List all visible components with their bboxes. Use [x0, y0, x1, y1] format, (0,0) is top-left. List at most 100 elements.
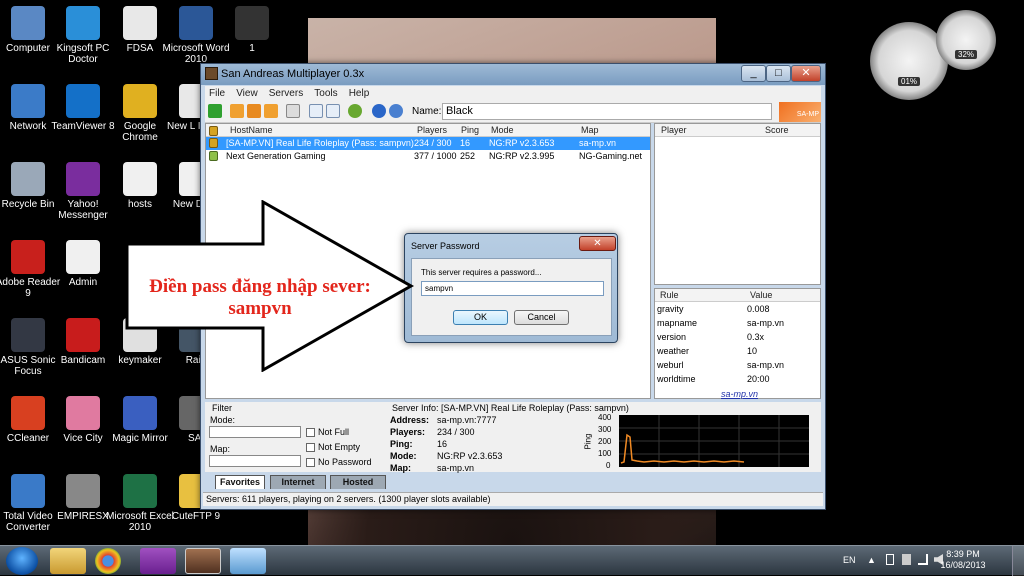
close-button[interactable]: ✕ — [791, 65, 821, 82]
show-desktop-button[interactable] — [1012, 546, 1024, 576]
properties-icon[interactable] — [286, 104, 300, 118]
ping-label: Ping: — [390, 439, 413, 449]
menu-servers[interactable]: Servers — [265, 86, 307, 99]
yahoo-icon — [66, 162, 100, 196]
rule-row: version 0.3x — [657, 332, 765, 342]
server-mode: NG:RP v2.3.995 — [489, 151, 555, 161]
graph-tick: 200 — [598, 437, 612, 446]
desktop-icon[interactable]: Admin — [48, 240, 118, 288]
usb-icon[interactable] — [902, 554, 911, 565]
mode-filter-input[interactable] — [209, 426, 301, 438]
annotation-line-2: sampvn — [228, 298, 292, 319]
lock-column-icon — [209, 126, 218, 136]
mode-label: Mode: — [390, 451, 417, 461]
rules-list: Rule Value gravity 0.008 mapname sa-mp.vn … — [654, 288, 821, 399]
desktop-icon[interactable]: 1 — [217, 6, 287, 54]
maximize-button[interactable]: □ — [766, 65, 791, 82]
server-info-panel: Server Info: [SA-MP.VN] Real Life Rolepl… — [387, 402, 821, 473]
lock-icon — [209, 138, 218, 148]
ping-graph — [619, 415, 809, 467]
rule-row: weather 10 — [657, 346, 758, 356]
add-favorite-icon[interactable] — [230, 104, 244, 118]
battery-icon[interactable] — [886, 554, 894, 565]
player-list-header: Player Score — [655, 124, 820, 137]
col-score[interactable]: Score — [765, 125, 789, 135]
title-bar[interactable]: San Andreas Multiplayer 0.3x _ □ ✕ — [201, 64, 825, 85]
col-hostname[interactable]: HostName — [230, 125, 273, 135]
language-indicator[interactable]: EN — [843, 555, 856, 565]
server-host: [SA-MP.VN] Real Life Roleplay (Pass: sam… — [226, 138, 414, 148]
not-full-label: Not Full — [318, 427, 350, 437]
no-password-label: No Password — [318, 457, 372, 467]
samp-taskbar-icon[interactable] — [185, 548, 221, 574]
col-map[interactable]: Map — [581, 125, 599, 135]
clock[interactable]: 8:39 PM 16/08/2013 — [938, 549, 988, 571]
menu-file[interactable]: File — [205, 86, 229, 99]
video-icon — [11, 474, 45, 508]
tray-arrow-icon[interactable]: ▲ — [867, 555, 876, 565]
mode-value: NG:RP v2.3.653 — [437, 451, 503, 461]
menu-tools[interactable]: Tools — [310, 86, 341, 99]
start-button[interactable] — [6, 547, 38, 575]
dialog-body: This server requires a password... sampv… — [411, 258, 612, 336]
col-players[interactable]: Players — [417, 125, 447, 135]
tab-internet[interactable]: Internet — [270, 475, 326, 489]
desktop-icon-label: 1 — [249, 43, 255, 54]
menu-help[interactable]: Help — [345, 86, 374, 99]
taskbar: EN ▲ 8:39 PM 16/08/2013 — [0, 545, 1024, 576]
master-list-icon[interactable] — [348, 104, 362, 118]
col-player[interactable]: Player — [661, 125, 687, 135]
cpu-value: 01% — [897, 76, 921, 86]
rule-row: gravity 0.008 — [657, 304, 770, 314]
yahoo-taskbar-icon[interactable] — [140, 548, 176, 574]
dialog-close-button[interactable]: ✕ — [579, 236, 616, 251]
samp-logo: SA-MP — [779, 102, 821, 122]
col-value[interactable]: Value — [750, 290, 772, 300]
minimize-button[interactable]: _ — [741, 65, 766, 82]
server-ping: 16 — [460, 138, 471, 148]
cancel-button[interactable]: Cancel — [514, 310, 569, 325]
edit-icon[interactable] — [326, 104, 340, 118]
server-ping: 252 — [460, 151, 476, 161]
word-icon — [179, 6, 213, 40]
col-mode[interactable]: Mode — [491, 125, 514, 135]
help-icon[interactable] — [372, 104, 386, 118]
about-icon[interactable] — [389, 104, 403, 118]
graph-tick: 0 — [606, 461, 611, 470]
tab-favorites[interactable]: Favorites — [215, 475, 265, 489]
ok-button[interactable]: OK — [453, 310, 508, 325]
player-name-input[interactable]: Black — [442, 103, 772, 120]
col-rule[interactable]: Rule — [660, 290, 679, 300]
ram-value: 32% — [954, 50, 978, 60]
not-full-checkbox[interactable] — [306, 428, 315, 437]
annotation-line-1: Điền pass đăng nhập sever: — [149, 276, 371, 297]
table-row[interactable]: Next Generation Gaming 377 / 1000 252 NG… — [206, 150, 650, 163]
excel-icon — [123, 474, 157, 508]
not-empty-checkbox[interactable] — [306, 443, 315, 452]
rule-row: mapname sa-mp.vn — [657, 318, 785, 328]
tab-hosted[interactable]: Hosted — [330, 475, 386, 489]
no-password-checkbox[interactable] — [306, 458, 315, 467]
password-input[interactable]: sampvn — [421, 281, 604, 296]
col-ping[interactable]: Ping — [461, 125, 479, 135]
connect-icon[interactable] — [208, 104, 222, 118]
document-icon — [66, 240, 100, 274]
copy-icon[interactable] — [309, 104, 323, 118]
filter-title: Filter — [212, 403, 232, 413]
server-web-link[interactable]: sa-mp.vn — [721, 389, 758, 399]
table-row[interactable]: [SA-MP.VN] Real Life Roleplay (Pass: sam… — [206, 137, 650, 150]
chrome-taskbar-icon[interactable] — [95, 548, 121, 574]
address-label: Address: — [390, 415, 430, 425]
helmet-icon — [66, 474, 100, 508]
network-signal-icon[interactable] — [918, 554, 928, 565]
window-taskbar-icon[interactable] — [230, 548, 266, 574]
refresh-icon[interactable] — [264, 104, 278, 118]
explorer-taskbar-icon[interactable] — [50, 548, 86, 574]
not-empty-label: Not Empty — [318, 442, 361, 452]
map-filter-input[interactable] — [209, 455, 301, 467]
server-players: 234 / 300 — [414, 138, 452, 148]
clock-time: 8:39 PM — [946, 549, 980, 559]
game-icon — [66, 396, 100, 430]
menu-view[interactable]: View — [232, 86, 262, 99]
delete-favorite-icon[interactable] — [247, 104, 261, 118]
